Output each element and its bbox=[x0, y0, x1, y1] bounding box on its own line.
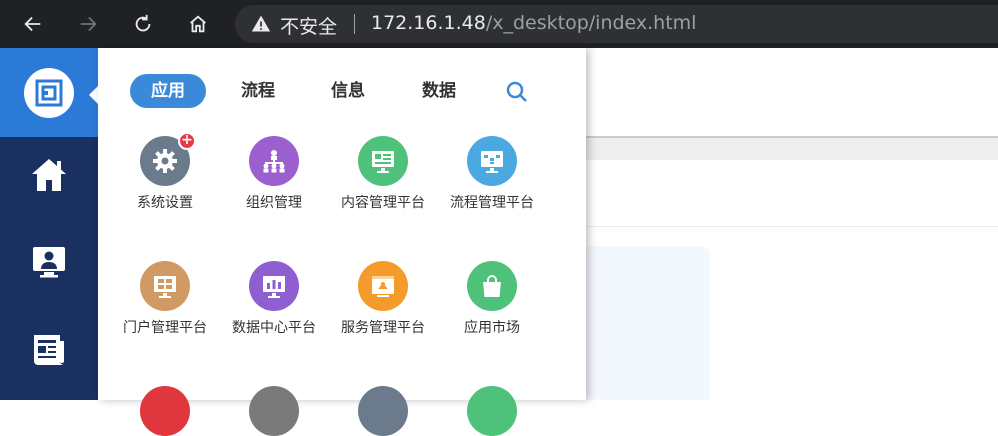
app-logo bbox=[24, 68, 74, 118]
search-button[interactable] bbox=[504, 79, 530, 105]
toolbar-strip bbox=[586, 138, 998, 160]
sidebar bbox=[0, 48, 98, 400]
org-chart-icon bbox=[263, 150, 285, 173]
panel-pointer bbox=[89, 86, 98, 104]
content-card bbox=[586, 246, 710, 400]
process-board-icon bbox=[481, 151, 503, 173]
app-label: 流程管理平台 bbox=[450, 195, 534, 211]
app-data-center[interactable]: 数据中心平台 bbox=[226, 261, 322, 338]
add-badge-icon[interactable]: + bbox=[178, 132, 196, 150]
reload-icon bbox=[135, 14, 151, 32]
data-chart-icon bbox=[263, 276, 285, 298]
home-icon bbox=[32, 159, 66, 191]
app-process-platform[interactable]: 流程管理平台 bbox=[444, 136, 540, 213]
app-label: 门户管理平台 bbox=[123, 320, 207, 336]
app-label: 应用市场 bbox=[464, 320, 520, 336]
arrow-left-icon bbox=[24, 16, 41, 32]
app-icon-wrap bbox=[249, 261, 299, 311]
tab-data[interactable]: 数据 bbox=[403, 74, 475, 108]
gear-icon bbox=[153, 149, 177, 173]
desktop-background bbox=[586, 48, 998, 400]
app-org-management[interactable]: 组织管理 bbox=[226, 136, 322, 213]
app-icon-wrap bbox=[249, 136, 299, 186]
tab-process[interactable]: 流程 bbox=[222, 74, 294, 108]
tab-apps[interactable]: 应用 bbox=[130, 74, 206, 108]
app-icon-partial-4[interactable] bbox=[467, 386, 517, 436]
security-label: 不安全 bbox=[280, 16, 338, 38]
app-icon-wrap: + bbox=[140, 132, 196, 186]
app-label: 服务管理平台 bbox=[341, 320, 425, 336]
sidebar-item-news[interactable] bbox=[27, 328, 71, 372]
home-outline-icon bbox=[190, 15, 206, 33]
app-menu-panel: 应用 流程 信息 数据 + 系统设置 组织管理 内容管理平台 流程管理平台 门户… bbox=[98, 48, 586, 436]
monitor-user-icon bbox=[33, 247, 65, 278]
app-icon-wrap bbox=[140, 261, 190, 311]
warning-icon bbox=[251, 15, 271, 32]
home-button[interactable] bbox=[183, 10, 213, 38]
app-label: 数据中心平台 bbox=[232, 320, 316, 336]
portal-grid-icon bbox=[154, 276, 176, 298]
app-icon-wrap bbox=[358, 136, 408, 186]
logo-button[interactable] bbox=[0, 48, 98, 137]
search-icon bbox=[506, 81, 527, 102]
app-portal-platform[interactable]: 门户管理平台 bbox=[117, 261, 213, 338]
address-separator bbox=[354, 14, 355, 34]
app-icon-wrap bbox=[467, 136, 517, 186]
app-content-platform[interactable]: 内容管理平台 bbox=[335, 136, 431, 213]
content-divider bbox=[586, 226, 998, 227]
forward-button[interactable] bbox=[73, 10, 103, 38]
url-host: 172.16.1.48 bbox=[371, 12, 486, 34]
url-path: /x_desktop/index.html bbox=[485, 12, 697, 34]
reload-button[interactable] bbox=[128, 10, 158, 38]
app-icon-wrap bbox=[358, 261, 408, 311]
service-board-icon bbox=[372, 276, 394, 297]
logo-icon bbox=[35, 79, 63, 107]
app-label: 内容管理平台 bbox=[341, 195, 425, 211]
url-text[interactable]: 172.16.1.48/x_desktop/index.html bbox=[371, 12, 696, 34]
browser-toolbar: 不安全 172.16.1.48/x_desktop/index.html bbox=[0, 0, 998, 48]
tab-info[interactable]: 信息 bbox=[312, 74, 384, 108]
content-board-icon bbox=[372, 151, 394, 173]
app-system-settings[interactable]: + 系统设置 bbox=[117, 132, 213, 213]
app-icon-partial-2[interactable] bbox=[249, 386, 299, 436]
arrow-right-icon bbox=[80, 16, 97, 32]
app-label: 系统设置 bbox=[137, 195, 193, 211]
shopping-bag-icon bbox=[483, 275, 501, 297]
app-service-platform[interactable]: 服务管理平台 bbox=[335, 261, 431, 338]
app-icon-partial-1[interactable] bbox=[140, 386, 190, 436]
sidebar-item-desktop[interactable] bbox=[27, 240, 71, 284]
back-button[interactable] bbox=[18, 10, 48, 38]
newspaper-icon bbox=[34, 335, 64, 365]
address-bar[interactable]: 不安全 172.16.1.48/x_desktop/index.html bbox=[235, 5, 998, 43]
app-market[interactable]: 应用市场 bbox=[444, 261, 540, 338]
app-icon-wrap bbox=[467, 261, 517, 311]
app-label: 组织管理 bbox=[246, 195, 302, 211]
app-icon-partial-3[interactable] bbox=[358, 386, 408, 436]
sidebar-item-home[interactable] bbox=[27, 153, 71, 197]
